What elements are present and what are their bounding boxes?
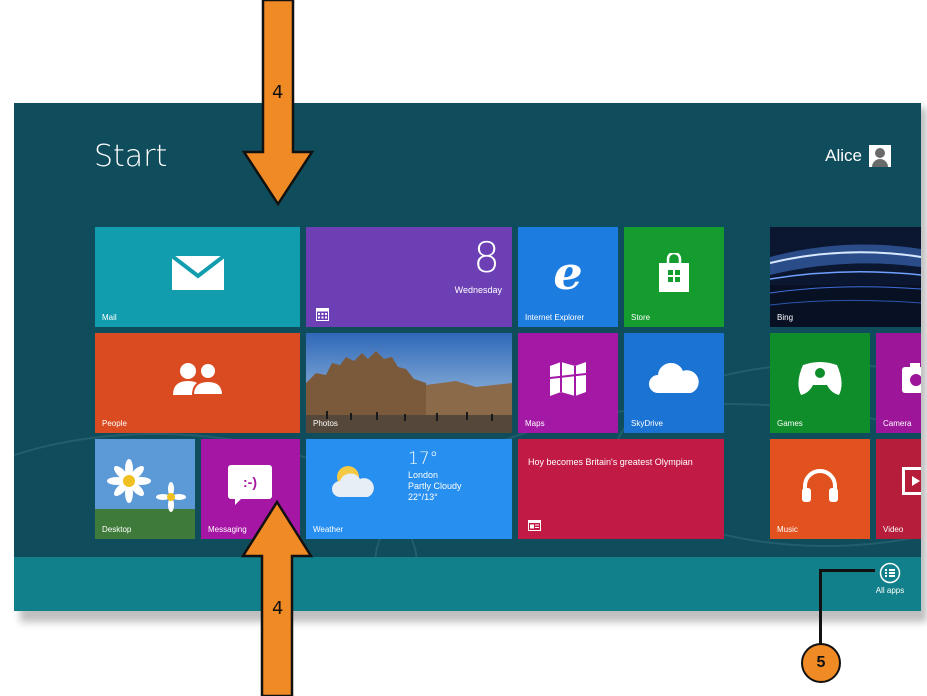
- calendar-icon: [316, 308, 329, 321]
- tile-skydrive[interactable]: SkyDrive: [624, 333, 724, 433]
- callout-line: [819, 569, 875, 572]
- weather-city: London: [408, 470, 439, 480]
- tile-mail[interactable]: Mail: [95, 227, 300, 327]
- all-apps-button[interactable]: All apps: [860, 560, 920, 606]
- tile-music[interactable]: Music: [770, 439, 870, 539]
- camera-icon: [902, 363, 921, 393]
- annotation-number-bottom: 4: [272, 598, 284, 619]
- callout-badge: 5: [801, 643, 841, 683]
- callout-line: [819, 569, 822, 645]
- weather-temperature: 17°: [408, 449, 439, 469]
- tile-label: Video: [883, 525, 904, 534]
- tile-label: Music: [777, 525, 798, 534]
- tile-camera[interactable]: Camera: [876, 333, 921, 433]
- page-title: Start: [94, 139, 168, 174]
- tile-store[interactable]: Store: [624, 227, 724, 327]
- stadium-photo: [770, 227, 921, 327]
- store-bag-icon: [659, 253, 689, 292]
- tile-label: Games: [777, 419, 803, 428]
- tile-news[interactable]: Hoy becomes Britain's greatest Olympian: [518, 439, 724, 539]
- tile-label: Maps: [525, 419, 545, 428]
- tile-weather[interactable]: 17° London Partly Cloudy 22°/13° Weather: [306, 439, 512, 539]
- weather-condition: Partly Cloudy: [408, 481, 462, 491]
- tile-video[interactable]: Video: [876, 439, 921, 539]
- daisy-wallpaper: [95, 439, 195, 539]
- internet-explorer-icon: e: [553, 246, 583, 300]
- partly-cloudy-icon: [332, 466, 374, 497]
- tile-games[interactable]: Games: [770, 333, 870, 433]
- tile-people[interactable]: People: [95, 333, 300, 433]
- tile-label: Camera: [883, 419, 912, 428]
- calendar-day: 8: [473, 233, 500, 282]
- video-icon: [902, 467, 921, 495]
- tile-desktop[interactable]: Desktop: [95, 439, 195, 539]
- tile-label: Internet Explorer: [525, 313, 585, 322]
- emoticon-text: :-): [243, 474, 257, 490]
- tile-internet-explorer[interactable]: e Internet Explorer: [518, 227, 618, 327]
- news-headline: Hoy becomes Britain's greatest Olympian: [528, 457, 693, 467]
- weather-range: 22°/13°: [408, 492, 438, 502]
- tile-calendar[interactable]: 8 Wednesday: [306, 227, 512, 327]
- tile-photos[interactable]: Photos: [306, 333, 512, 433]
- people-icon: [172, 362, 224, 396]
- tile-label: Photos: [313, 419, 338, 428]
- tile-label: Weather: [313, 525, 344, 534]
- tile-bing[interactable]: Bing: [770, 227, 921, 327]
- calendar-weekday: Wednesday: [454, 285, 502, 295]
- chat-bubble-icon: :-): [228, 465, 272, 499]
- user-avatar-icon: [869, 145, 891, 167]
- xbox-controller-icon: [798, 362, 842, 395]
- news-icon: [528, 520, 541, 531]
- annotation-arrow-top: [242, 0, 314, 206]
- envelope-icon: [170, 254, 225, 290]
- headphones-icon: [802, 469, 838, 502]
- tile-label: Store: [631, 313, 651, 322]
- app-bar: [14, 557, 921, 611]
- tile-label: People: [102, 419, 127, 428]
- map-icon: [549, 362, 587, 396]
- tile-label: Mail: [102, 313, 117, 322]
- annotation-number-top: 4: [272, 82, 284, 103]
- all-apps-label: All apps: [875, 586, 905, 595]
- square-photo: [306, 333, 512, 433]
- start-screen: Start Alice Mail 8 Wednesday e Internet …: [14, 103, 921, 611]
- user-account[interactable]: Alice: [825, 145, 891, 167]
- tile-label: Desktop: [102, 525, 132, 534]
- tile-maps[interactable]: Maps: [518, 333, 618, 433]
- tile-label: Bing: [777, 313, 794, 322]
- cloud-icon: [649, 363, 699, 393]
- user-name: Alice: [825, 146, 862, 165]
- all-apps-icon: [879, 562, 901, 584]
- tile-label: SkyDrive: [631, 419, 664, 428]
